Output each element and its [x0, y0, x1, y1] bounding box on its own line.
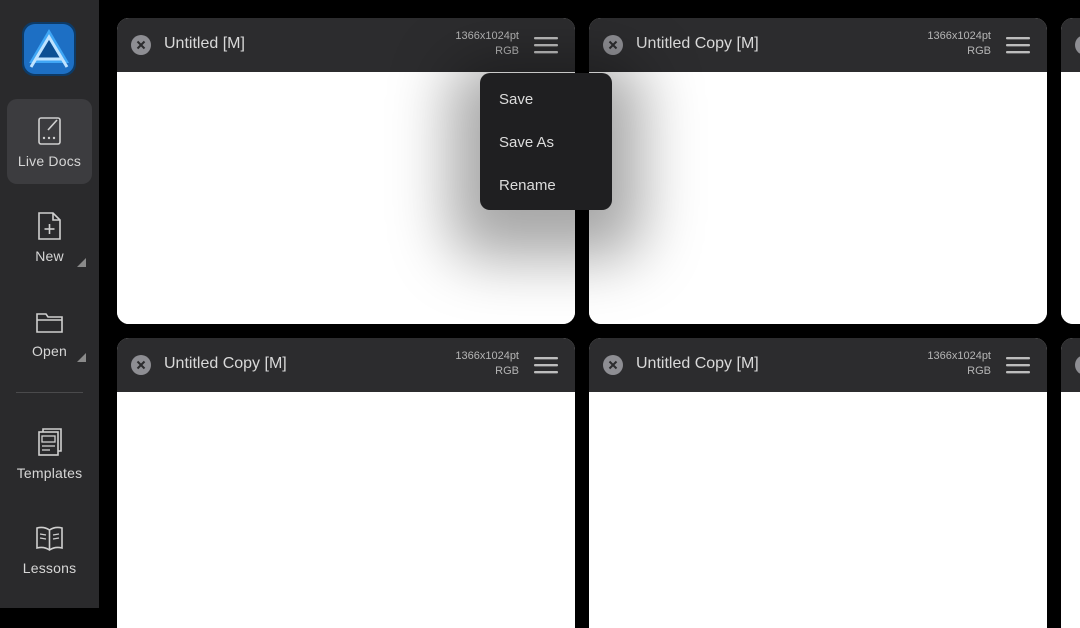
- document-menu-button[interactable]: [534, 355, 558, 375]
- document-card-header: Untitled Copy [M] 1366x1024pt RGB: [589, 18, 1047, 72]
- expand-indicator-icon: [77, 353, 86, 362]
- templates-icon: [35, 427, 64, 459]
- document-menu-button[interactable]: [1006, 355, 1030, 375]
- document-meta: 1366x1024pt RGB: [927, 29, 991, 59]
- document-thumbnail[interactable]: [117, 392, 575, 628]
- live-docs-icon: [35, 115, 64, 147]
- document-thumbnail[interactable]: [589, 72, 1047, 324]
- document-menu-button[interactable]: [1006, 35, 1030, 55]
- document-size: 1366x1024pt: [927, 30, 991, 42]
- document-title: Untitled Copy [M]: [164, 355, 287, 372]
- document-size: 1366x1024pt: [927, 350, 991, 362]
- close-document-button[interactable]: [1075, 355, 1080, 375]
- document-color-mode: RGB: [495, 365, 519, 377]
- document-size: 1366x1024pt: [455, 350, 519, 362]
- document-color-mode: RGB: [967, 365, 991, 377]
- document-color-mode: RGB: [495, 45, 519, 57]
- document-thumbnail[interactable]: [1061, 392, 1080, 628]
- app-logo: [21, 21, 77, 77]
- document-thumbnail[interactable]: [1061, 72, 1080, 324]
- close-document-button[interactable]: [131, 355, 151, 375]
- sidebar: Live Docs New Open Templates Lessons: [0, 0, 99, 608]
- document-title: Untitled Copy [M]: [636, 35, 759, 52]
- sidebar-item-lessons[interactable]: Lessons: [7, 506, 92, 591]
- close-icon: [136, 40, 146, 50]
- hamburger-menu-icon: [1006, 37, 1030, 54]
- close-icon: [608, 40, 618, 50]
- menu-item-save[interactable]: Save: [499, 91, 533, 108]
- document-card[interactable]: Untitled Copy [M] 1366x1024pt RGB: [117, 338, 575, 628]
- expand-indicator-icon: [77, 258, 86, 267]
- lessons-book-icon: [35, 522, 64, 554]
- close-icon: [608, 360, 618, 370]
- sidebar-divider: [16, 392, 83, 393]
- close-document-button[interactable]: [603, 35, 623, 55]
- sidebar-item-live-docs[interactable]: Live Docs: [7, 99, 92, 184]
- document-card-header: Untitled [M] 1366x1024pt RGB: [117, 18, 575, 72]
- hamburger-menu-icon: [1006, 357, 1030, 374]
- hamburger-menu-icon: [534, 37, 558, 54]
- new-document-icon: [35, 210, 64, 242]
- open-folder-icon: [35, 305, 64, 337]
- document-card-header: [1061, 338, 1080, 392]
- document-card-header: Untitled Copy [M] 1366x1024pt RGB: [589, 338, 1047, 392]
- sidebar-item-label: Templates: [16, 465, 83, 481]
- sidebar-item-label: Live Docs: [17, 153, 82, 169]
- close-icon: [136, 360, 146, 370]
- close-document-button[interactable]: [1075, 35, 1080, 55]
- document-color-mode: RGB: [967, 45, 991, 57]
- document-card[interactable]: Untitled Copy [M] 1366x1024pt RGB: [589, 338, 1047, 628]
- document-card-header: [1061, 18, 1080, 72]
- document-menu-button[interactable]: [534, 35, 558, 55]
- close-document-button[interactable]: [603, 355, 623, 375]
- close-document-button[interactable]: [131, 35, 151, 55]
- document-card-header: Untitled Copy [M] 1366x1024pt RGB: [117, 338, 575, 392]
- document-size: 1366x1024pt: [455, 30, 519, 42]
- document-meta: 1366x1024pt RGB: [455, 349, 519, 379]
- hamburger-menu-icon: [534, 357, 558, 374]
- document-meta: 1366x1024pt RGB: [927, 349, 991, 379]
- document-title: Untitled [M]: [164, 35, 245, 52]
- sidebar-item-templates[interactable]: Templates: [7, 411, 92, 496]
- sidebar-item-open[interactable]: Open: [7, 289, 92, 374]
- menu-item-rename[interactable]: Rename: [499, 177, 556, 194]
- menu-item-save-as[interactable]: Save As: [499, 134, 554, 151]
- document-card-partial[interactable]: [1061, 18, 1080, 324]
- document-card-partial[interactable]: [1061, 338, 1080, 628]
- document-context-menu: Save Save As Rename: [480, 73, 612, 210]
- document-title: Untitled Copy [M]: [636, 355, 759, 372]
- document-card[interactable]: Untitled Copy [M] 1366x1024pt RGB: [589, 18, 1047, 324]
- sidebar-item-label: Lessons: [22, 560, 77, 576]
- document-meta: 1366x1024pt RGB: [455, 29, 519, 59]
- sidebar-item-new[interactable]: New: [7, 194, 92, 279]
- document-thumbnail[interactable]: [589, 392, 1047, 628]
